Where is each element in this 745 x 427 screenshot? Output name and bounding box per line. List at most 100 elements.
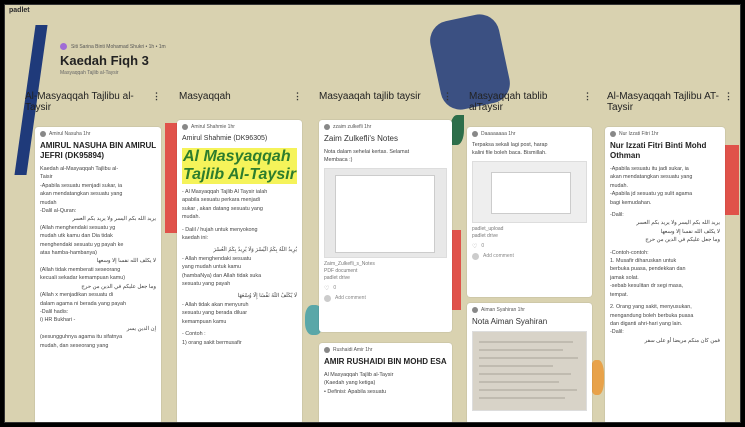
avatar — [324, 347, 330, 353]
post-text-line: akan mendatangkan sesuatu yang — [40, 191, 123, 198]
post-text-line: mengandung boleh berbuka puasa — [610, 312, 694, 319]
column-title: Masyaqqah — [179, 91, 231, 102]
column-menu-icon[interactable]: ⋮ — [583, 91, 592, 102]
author-name: Nur Izzati Fitri 1hr — [619, 131, 659, 137]
post-text: Terpaksa sekali lagi post, harap — [472, 142, 548, 148]
post-text-line: - Allah tidak akan menyuruh — [182, 301, 249, 308]
post-text-line: -Apabila jd sesuatu yg sulit agama — [610, 191, 693, 198]
add-comment-button[interactable]: Add comment — [483, 253, 514, 259]
column-menu-icon[interactable]: ⋮ — [152, 91, 161, 102]
post-author: Amirul Shahmie 1hr — [182, 124, 297, 130]
author-avatar — [60, 43, 67, 50]
like-count: 0 — [481, 243, 485, 250]
post-text-line: (Allah x menjadikan sesuatu di — [40, 292, 114, 299]
column-header: Al-Masyaqqah Tajlibu al-Taysir ⋮ — [23, 91, 161, 115]
notes-photo[interactable] — [472, 331, 587, 411]
post-text-line: (Allah menghendaki sesuatu yg — [40, 224, 116, 231]
author-name: Rushaidi Amir 1hr — [333, 347, 373, 353]
column-menu-icon[interactable]: ⋮ — [443, 91, 452, 102]
post-text-line: -Dalil: — [610, 329, 624, 336]
board-header: Siti Sarina Binti Mohamad Shukri • 1h • … — [60, 43, 166, 76]
file-type: PDF document — [324, 267, 358, 274]
post-text-line: 1) orang sakit bermusafir — [182, 339, 242, 346]
post-text-line: kecuali sekadar kemampuan kamu) — [40, 275, 126, 282]
post-text-line: mudah. — [182, 214, 200, 221]
post-text-line: (Allah tidak memberati seseorang — [40, 266, 121, 273]
file-name[interactable]: padlet_upload — [472, 226, 587, 233]
avatar — [472, 131, 478, 137]
decor-red-shape — [725, 145, 739, 215]
post-author: zzaim zulkefli 1hr — [324, 124, 447, 130]
padlet-logo[interactable]: padlet — [9, 7, 30, 14]
avatar — [182, 124, 188, 130]
post-card[interactable]: Daaaaaaaa 1hr Terpaksa sekali lagi post,… — [467, 127, 592, 297]
board-title: Kaedah Fiqh 3 — [60, 53, 149, 68]
post-text-line: bagi kemudahan. — [610, 199, 652, 206]
post-card[interactable]: Aiman Syahiran 1hr Nota Aiman Syahiran — [467, 303, 592, 422]
post-text-line: - Allah menghendaki sesuatu — [182, 255, 252, 262]
highlighted-heading: Al Masyaqqah Tajlib Al-Taysir — [182, 148, 297, 184]
post-text-line: 2. Orang yang sakit, menyusukan, — [610, 304, 692, 311]
post-text-line: إن الدين يسر — [126, 325, 156, 332]
post-title: Zaim Zulkefli's Notes — [324, 134, 398, 143]
padlet-board: padlet Siti Sarina Binti Mohamad Shukri … — [4, 4, 741, 423]
post-text-line: -Apabila sesuatu itu jadi sukar, ia — [610, 166, 689, 172]
post-card[interactable]: Rushaidi Amir 1hr AMIR RUSHAIDI BIN MOHD… — [319, 343, 452, 422]
post-card[interactable]: Amirul Shahmie 1hr Amirul Shahmie (DK963… — [177, 120, 302, 422]
file-preview[interactable] — [472, 160, 587, 223]
handwritten-notes-image — [479, 341, 578, 399]
board-meta: Siti Sarina Binti Mohamad Shukri • 1h • … — [60, 43, 166, 50]
file-source: padlet drive — [324, 274, 350, 281]
post-text: Nota dalam sehelai kertas. Selamat — [324, 149, 410, 155]
heart-icon[interactable]: ♡ — [472, 243, 477, 250]
comment-row[interactable]: Add comment — [472, 252, 587, 260]
avatar — [40, 131, 46, 137]
avatar — [610, 131, 616, 137]
column-title: Al-Masyaqqah Tajlibu AT-Taysir — [607, 91, 719, 113]
post-author: Rushaidi Amir 1hr — [324, 347, 447, 353]
post-text-line: لا يكلف الله نفسا إلا وسعها — [96, 258, 156, 265]
post-card[interactable]: Amirul Nasuha 1hr AMIRUL NASUHA BIN AMIR… — [35, 127, 161, 422]
post-text-line: mudah, dan seseorang yang — [40, 342, 109, 349]
post-body: Kaedah al-Masyaqqah Tajlibu al- Taisir -Ap… — [40, 165, 156, 350]
post-text-line: sesuatu yang payah — [182, 281, 231, 288]
author-name: Aiman Syahiran 1hr — [481, 307, 525, 313]
column-menu-icon[interactable]: ⋮ — [293, 91, 302, 102]
post-text-line: (hambaNya) dan Allah tidak suka — [182, 272, 262, 279]
post-author: Nur Izzati Fitri 1hr — [610, 131, 720, 137]
post-text-line: yang mudah untuk kamu — [182, 264, 242, 271]
post-text-line: يريد الله بكم اليسر ولا يريد بكم العسر — [636, 220, 720, 227]
post-text-line: mudah — [40, 199, 57, 206]
post-text-line: dalam agama ni berada yang payah — [40, 300, 127, 307]
file-source: padlet drive — [472, 232, 498, 239]
post-text-line: -sebab kesulitan dr segi masa, — [610, 283, 684, 290]
post-card[interactable]: Nur Izzati Fitri 1hr Nur Izzati Fitri Bi… — [605, 127, 725, 422]
post-text-line: -Dalil: — [610, 212, 624, 219]
post-text-line: sesuatu yang berada diluar — [182, 310, 248, 317]
column-header: Al-Masyaqqah Tajlibu AT-Taysir ⋮ — [605, 91, 733, 115]
post-text-line: يُرِيدُ اللَّهُ بِكُمُ الْيُسْرَ وَلَا ي… — [213, 247, 297, 254]
heart-icon[interactable]: ♡ — [324, 285, 329, 292]
post-text-line: (sesungguhnya agama itu sifatnya — [40, 334, 123, 341]
post-text-line: لا يكلف الله نفسا إلا وسعها — [660, 228, 720, 235]
post-title: Nota Aiman Syahiran — [472, 317, 548, 326]
column-menu-icon[interactable]: ⋮ — [724, 91, 733, 102]
like-count: 0 — [333, 285, 337, 292]
post-text-line: i) HR Bukhari - — [40, 317, 76, 324]
post-text-line: -Dalil hadis: — [40, 308, 69, 315]
post-author: Aiman Syahiran 1hr — [472, 307, 587, 313]
pdf-preview[interactable] — [324, 167, 447, 258]
column-title: Masyaqqah tablib alTaysir — [469, 91, 548, 113]
post-card[interactable]: zzaim zulkefli 1hr Zaim Zulkefli's Notes… — [319, 120, 452, 332]
author-name: Amirul Shahmie 1hr — [191, 124, 235, 130]
like-row: ♡ 0 — [472, 243, 587, 250]
post-text-line: Taisir — [40, 174, 53, 181]
post-author: Amirul Nasuha 1hr — [40, 131, 156, 137]
post-text-line: وما جعل عليكم في الدين من حرج — [645, 237, 720, 244]
post-text-line: apabila sesuatu perkara menjadi — [182, 197, 260, 204]
comment-row[interactable]: Add comment — [324, 294, 447, 302]
column-title: Al-Masyaqqah Tajlibu al-Taysir — [25, 91, 134, 113]
file-name[interactable]: Zaim_Zulkefli_s_Notes — [324, 261, 447, 268]
board-subtitle: Masyaqqah Tajlib al-Taysir — [60, 70, 119, 76]
add-comment-button[interactable]: Add comment — [335, 295, 366, 301]
